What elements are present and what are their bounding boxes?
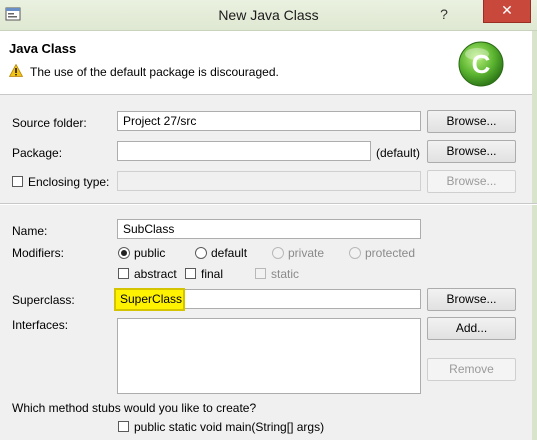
main-method-label: public static void main(String[] args) [134,420,325,434]
page-title: Java Class [9,41,77,56]
modifier-public-label: public [134,246,166,260]
name-input[interactable]: SubClass [117,219,421,239]
svg-text:C: C [472,49,491,79]
method-stubs-question: Which method stubs would you like to cre… [12,401,257,415]
static-checkbox[interactable] [255,268,266,279]
final-checkbox[interactable] [185,268,196,279]
enclosing-type-label: Enclosing type: [28,175,110,189]
static-label: static [271,267,300,281]
source-folder-input[interactable]: Project 27/src [117,111,421,131]
abstract-checkbox[interactable] [118,268,129,279]
java-class-logo-icon: C [458,41,504,87]
package-default-label: (default) [376,146,421,160]
modifier-default-radio[interactable] [195,247,207,259]
window-title: New Java Class [218,7,319,23]
help-button[interactable]: ? [434,5,454,23]
enclosing-type-input[interactable] [117,171,421,191]
package-label: Package: [12,146,63,160]
header-message: The use of the default package is discou… [30,65,279,79]
source-folder-label: Source folder: [12,116,87,130]
source-folder-browse-button[interactable]: Browse... [427,110,516,133]
close-button[interactable]: ✕ [483,0,531,23]
final-label: final [201,267,224,281]
name-label: Name: [12,224,48,238]
superclass-browse-button[interactable]: Browse... [427,288,516,311]
package-browse-button[interactable]: Browse... [427,140,516,163]
window-right-border [532,31,537,440]
interfaces-list[interactable] [117,318,421,394]
abstract-label: abstract [134,267,177,281]
superclass-value-highlight: SuperClass [114,288,185,311]
modifiers-label: Modifiers: [12,246,65,260]
modifier-public-radio[interactable] [118,247,130,259]
interfaces-add-button[interactable]: Add... [427,317,516,340]
window-titlebar: New Java Class ? ✕ [0,0,537,31]
warning-icon [9,64,23,77]
package-input[interactable] [117,141,371,161]
enclosing-type-browse-button[interactable]: Browse... [427,170,516,193]
superclass-label: Superclass: [12,293,75,307]
interfaces-remove-button[interactable]: Remove [427,358,516,381]
modifier-protected-label: protected [365,246,416,260]
modifier-protected-radio[interactable] [349,247,361,259]
modifier-private-label: private [288,246,325,260]
wizard-header: Java Class The use of the default packag… [0,31,537,95]
modifier-default-label: default [211,246,248,260]
interfaces-label: Interfaces: [12,318,69,332]
modifier-private-radio[interactable] [272,247,284,259]
enclosing-type-checkbox[interactable] [12,176,23,187]
main-method-checkbox[interactable] [118,421,129,432]
